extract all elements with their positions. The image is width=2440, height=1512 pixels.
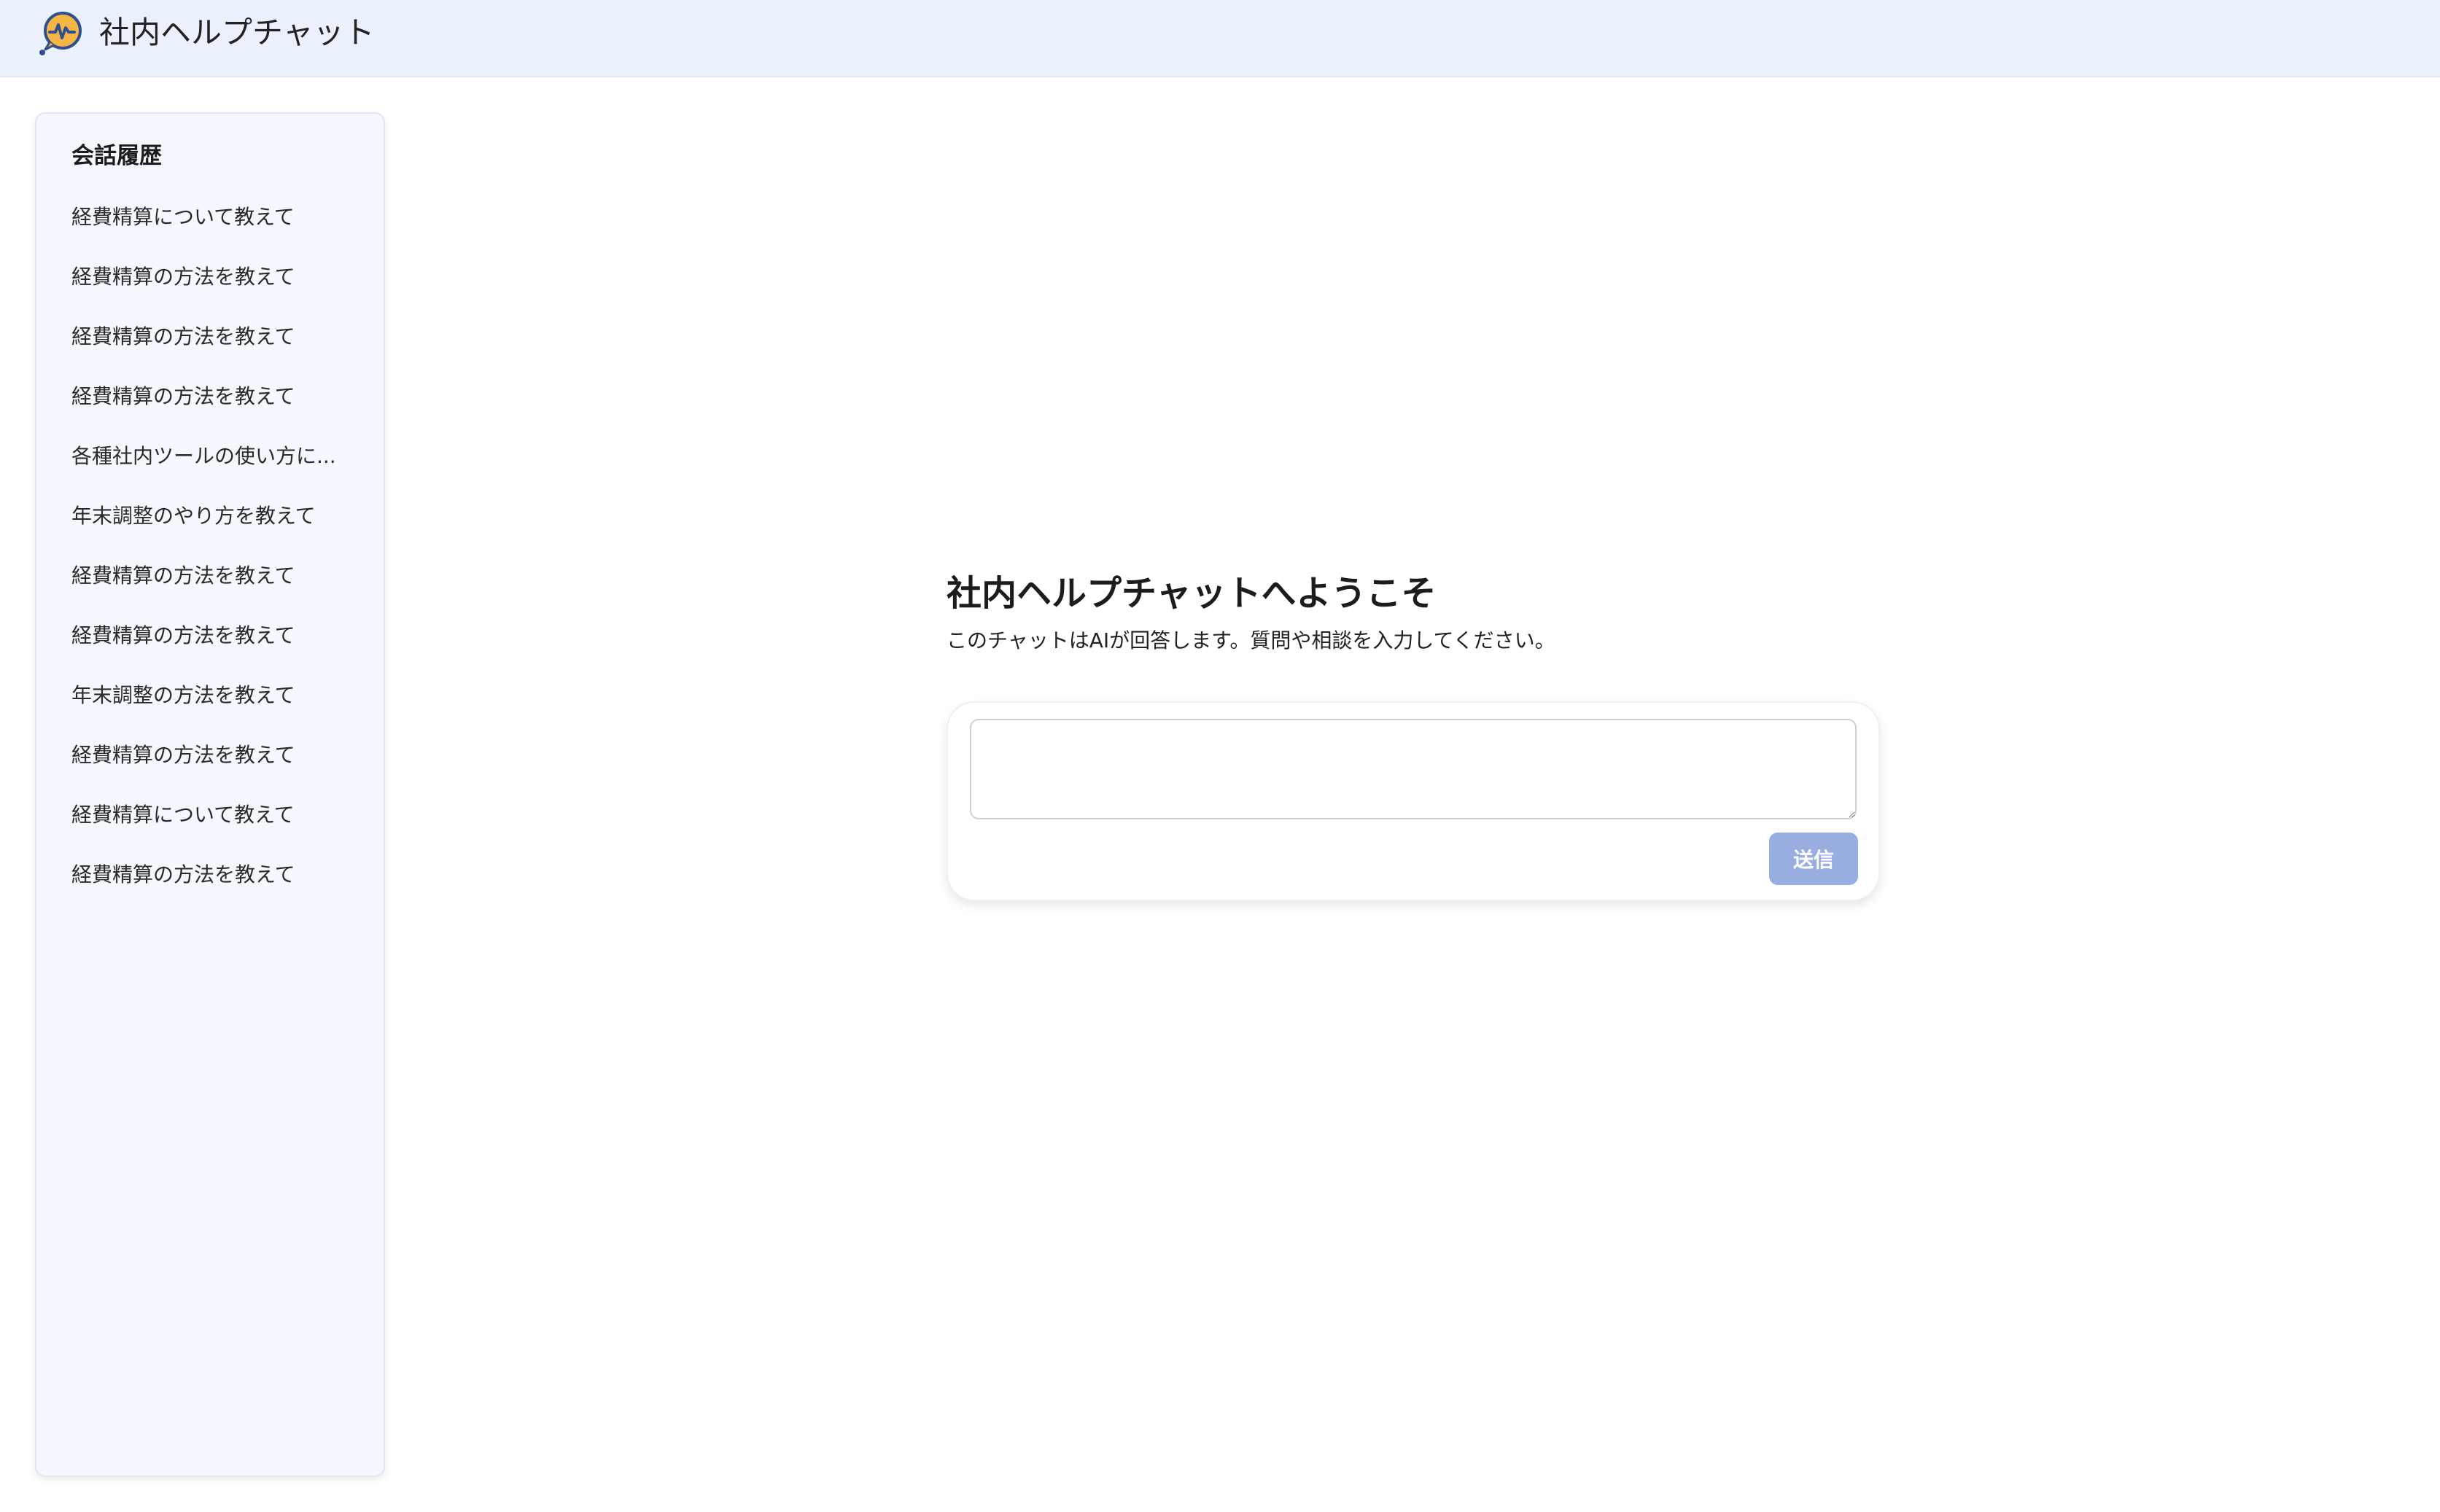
welcome-section: 社内ヘルプチャットへようこそ このチャットはAIが回答します。質問や相談を入力し… [947,569,1880,656]
history-item[interactable]: 経費精算の方法を教えて [36,373,384,433]
history-item[interactable]: 経費精算について教えて [36,792,384,852]
welcome-subtitle: このチャットはAIが回答します。質問や相談を入力してください。 [947,628,1555,652]
history-item[interactable]: 経費精算の方法を教えて [36,313,384,373]
chat-input-card: 送信 [947,701,1880,901]
history-item[interactable]: 経費精算について教えて [36,194,384,254]
history-item[interactable]: 経費精算の方法を教えて [36,852,384,911]
app-title: 社内ヘルプチャット [99,15,375,50]
history-item[interactable]: 年末調整のやり方を教えて [36,493,384,553]
history-item[interactable]: 経費精算の方法を教えて [36,254,384,313]
message-input[interactable] [970,719,1857,819]
history-item[interactable]: 経費精算の方法を教えて [36,553,384,612]
history-list: 経費精算について教えて 経費精算の方法を教えて 経費精算の方法を教えて 経費精算… [36,194,384,911]
sidebar-heading: 会話履歴 [71,143,162,169]
chat-bubble-heartbeat-icon [36,9,85,57]
history-item[interactable]: 経費精算の方法を教えて [36,732,384,792]
conversation-history-sidebar: 会話履歴 経費精算について教えて 経費精算の方法を教えて 経費精算の方法を教えて… [35,112,385,1477]
send-button[interactable]: 送信 [1769,833,1858,885]
history-item[interactable]: 経費精算の方法を教えて [36,612,384,672]
app-header: 社内ヘルプチャット [0,0,2440,77]
history-item[interactable]: 年末調整の方法を教えて [36,672,384,732]
welcome-title: 社内ヘルプチャットへようこそ [947,573,1437,614]
history-item[interactable]: 各種社内ツールの使い方に... [36,433,384,493]
